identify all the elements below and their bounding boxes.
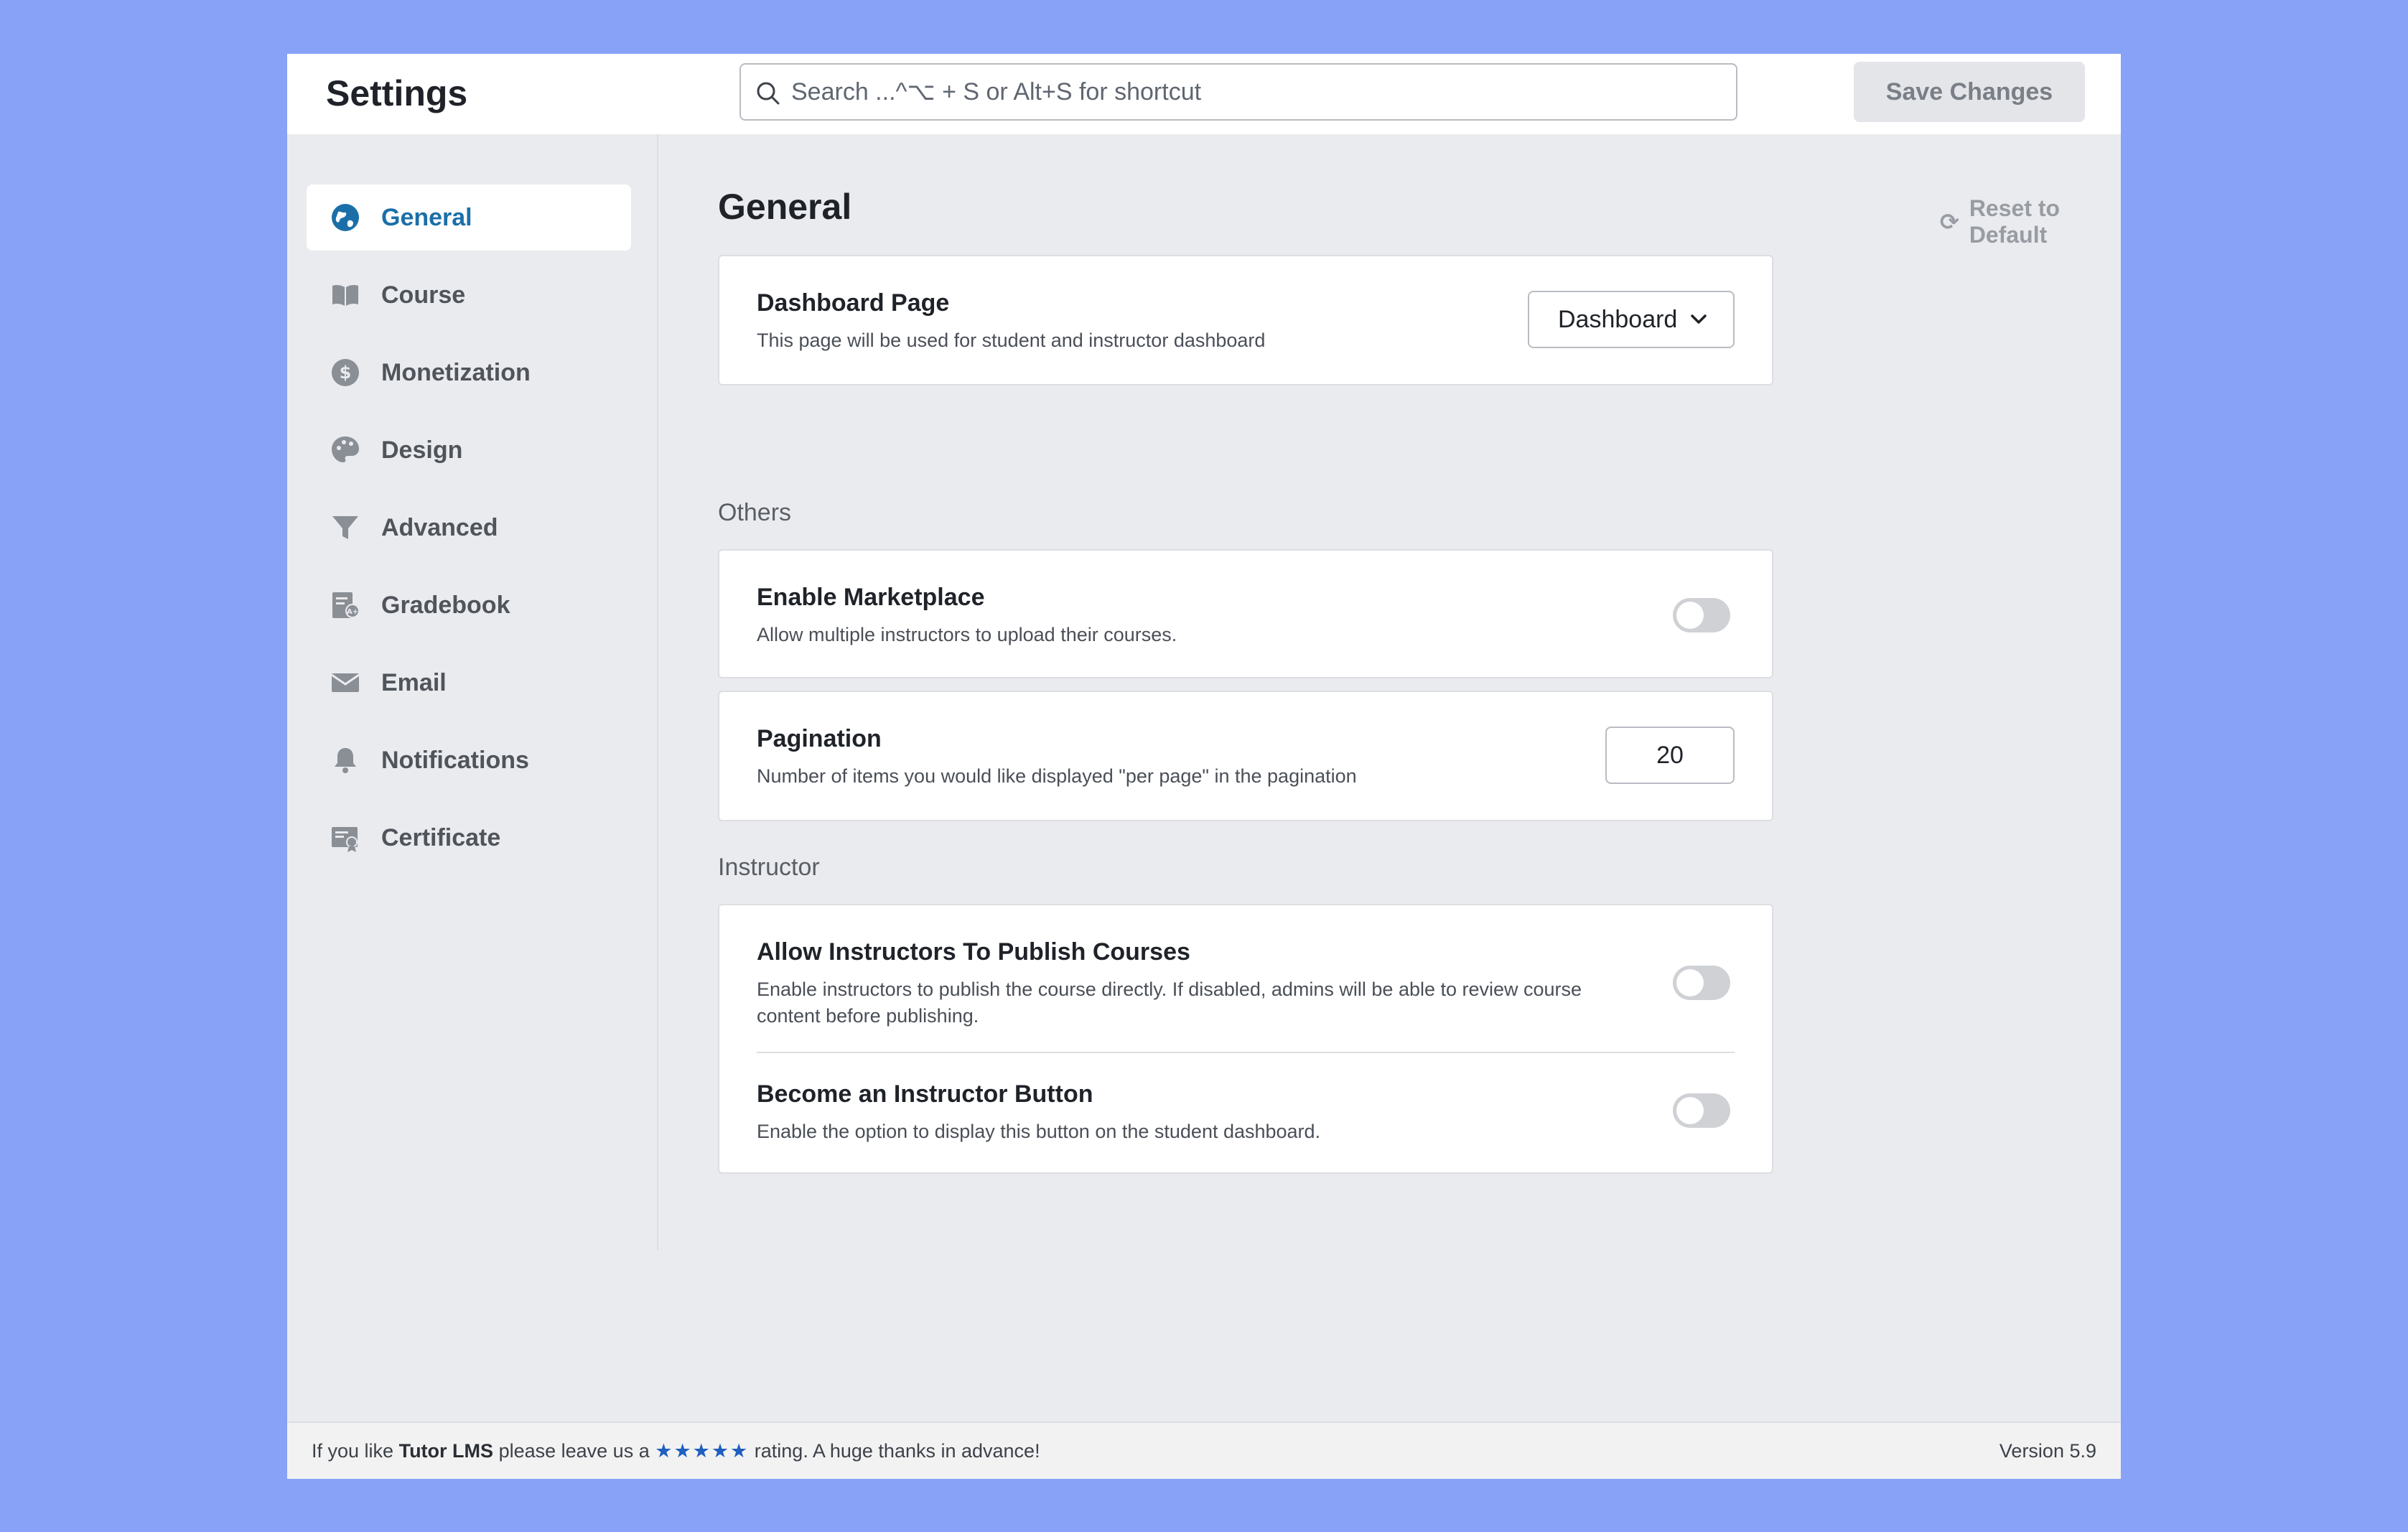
footer-text: If you like [312, 1439, 394, 1462]
svg-text:$: $ [340, 363, 352, 383]
settings-window: Settings Save Changes General [287, 54, 2121, 1479]
dashboard-page-row: Dashboard Page This page will be used fo… [719, 256, 1772, 354]
book-icon [332, 284, 358, 306]
search-box[interactable] [739, 63, 1737, 121]
sidebar-item-label: Design [381, 436, 463, 464]
globe-icon [332, 204, 359, 231]
sidebar-item-label: Advanced [381, 513, 498, 541]
filter-icon [332, 516, 358, 539]
sidebar-item-label: Gradebook [381, 591, 510, 619]
envelope-icon [331, 673, 360, 692]
sidebar-item-label: Certificate [381, 823, 501, 851]
footer-text: please leave us a [498, 1439, 650, 1462]
marketplace-row: Enable Marketplace Allow multiple instru… [719, 551, 1772, 648]
page-title: Settings [326, 73, 468, 113]
become-instructor-title: Become an Instructor Button [757, 1080, 1093, 1108]
reset-to-default-button[interactable]: ⟳ Reset to Default [1940, 195, 2121, 248]
sidebar-item-label: Email [381, 668, 447, 696]
content-area: General Course $ Monetization Design Adv… [287, 134, 2121, 1421]
save-changes-button[interactable]: Save Changes [1854, 62, 2085, 122]
publish-courses-description: Enable instructors to publish the course… [757, 978, 1582, 1027]
sidebar: General Course $ Monetization Design Adv… [287, 134, 658, 1251]
top-bar: Settings Save Changes [287, 54, 2121, 134]
svg-text:A+: A+ [347, 608, 358, 616]
sidebar-item-advanced[interactable]: Advanced [307, 495, 631, 561]
become-instructor-row: Become an Instructor Button Enable the o… [719, 1053, 1772, 1145]
marketplace-description: Allow multiple instructors to upload the… [757, 624, 1177, 645]
search-input[interactable] [791, 78, 1736, 106]
dashboard-page-selected-value: Dashboard [1558, 305, 1678, 333]
footer-text: rating. A huge thanks in advance! [754, 1439, 1040, 1462]
search-icon [757, 82, 780, 105]
version-label: Version 5.9 [1999, 1439, 2096, 1462]
marketplace-card: Enable Marketplace Allow multiple instru… [718, 549, 1773, 678]
footer-message: If you like Tutor LMS please leave us a … [312, 1440, 1040, 1462]
reset-label: Reset to Default [1969, 195, 2061, 248]
sidebar-item-email[interactable]: Email [307, 650, 631, 716]
certificate-icon [332, 827, 358, 852]
marketplace-toggle[interactable] [1673, 598, 1730, 632]
sidebar-item-monetization[interactable]: $ Monetization [307, 340, 631, 406]
publish-courses-row: Allow Instructors To Publish Courses Ena… [719, 905, 1772, 1052]
publish-courses-toggle[interactable] [1673, 966, 1730, 1000]
footer-brand[interactable]: Tutor LMS [399, 1440, 493, 1462]
pagination-row: Pagination Number of items you would lik… [719, 692, 1772, 790]
main-panel: General ⟳ Reset to Default Dashboard Pag… [658, 134, 2121, 1421]
rating-stars[interactable]: ★★★★★ [655, 1440, 749, 1462]
marketplace-title: Enable Marketplace [757, 584, 985, 611]
instructor-group-label: Instructor [718, 854, 820, 881]
chevron-down-icon [1691, 314, 1707, 324]
become-instructor-description: Enable the option to display this button… [757, 1121, 1321, 1142]
dashboard-page-select[interactable]: Dashboard [1528, 291, 1735, 348]
gradebook-icon: A+ [332, 592, 360, 618]
sidebar-item-gradebook[interactable]: A+ Gradebook [307, 572, 631, 638]
palette-icon [332, 436, 359, 462]
instructor-card: Allow Instructors To Publish Courses Ena… [718, 904, 1773, 1174]
bell-icon [335, 748, 356, 773]
footer: If you like Tutor LMS please leave us a … [287, 1421, 2121, 1479]
sidebar-item-course[interactable]: Course [307, 262, 631, 328]
publish-courses-title: Allow Instructors To Publish Courses [757, 938, 1190, 966]
others-group-label: Others [718, 499, 792, 526]
pagination-title: Pagination [757, 725, 882, 752]
sidebar-item-label: Notifications [381, 746, 529, 774]
sidebar-item-certificate[interactable]: Certificate [307, 805, 631, 871]
pagination-input[interactable]: 20 [1605, 727, 1735, 784]
become-instructor-toggle[interactable] [1673, 1093, 1730, 1128]
dollar-badge-icon: $ [332, 359, 359, 386]
dashboard-page-card: Dashboard Page This page will be used fo… [718, 255, 1773, 386]
sidebar-item-design[interactable]: Design [307, 417, 631, 483]
sidebar-item-label: Course [381, 281, 466, 309]
sidebar-item-notifications[interactable]: Notifications [307, 727, 631, 793]
sidebar-item-general[interactable]: General [307, 185, 631, 251]
sidebar-item-label: General [381, 203, 472, 231]
sidebar-item-label: Monetization [381, 358, 531, 386]
section-title: General [718, 187, 852, 227]
pagination-description: Number of items you would like displayed… [757, 765, 1357, 787]
pagination-card: Pagination Number of items you would lik… [718, 691, 1773, 821]
reset-icon: ⟳ [1940, 209, 1959, 235]
